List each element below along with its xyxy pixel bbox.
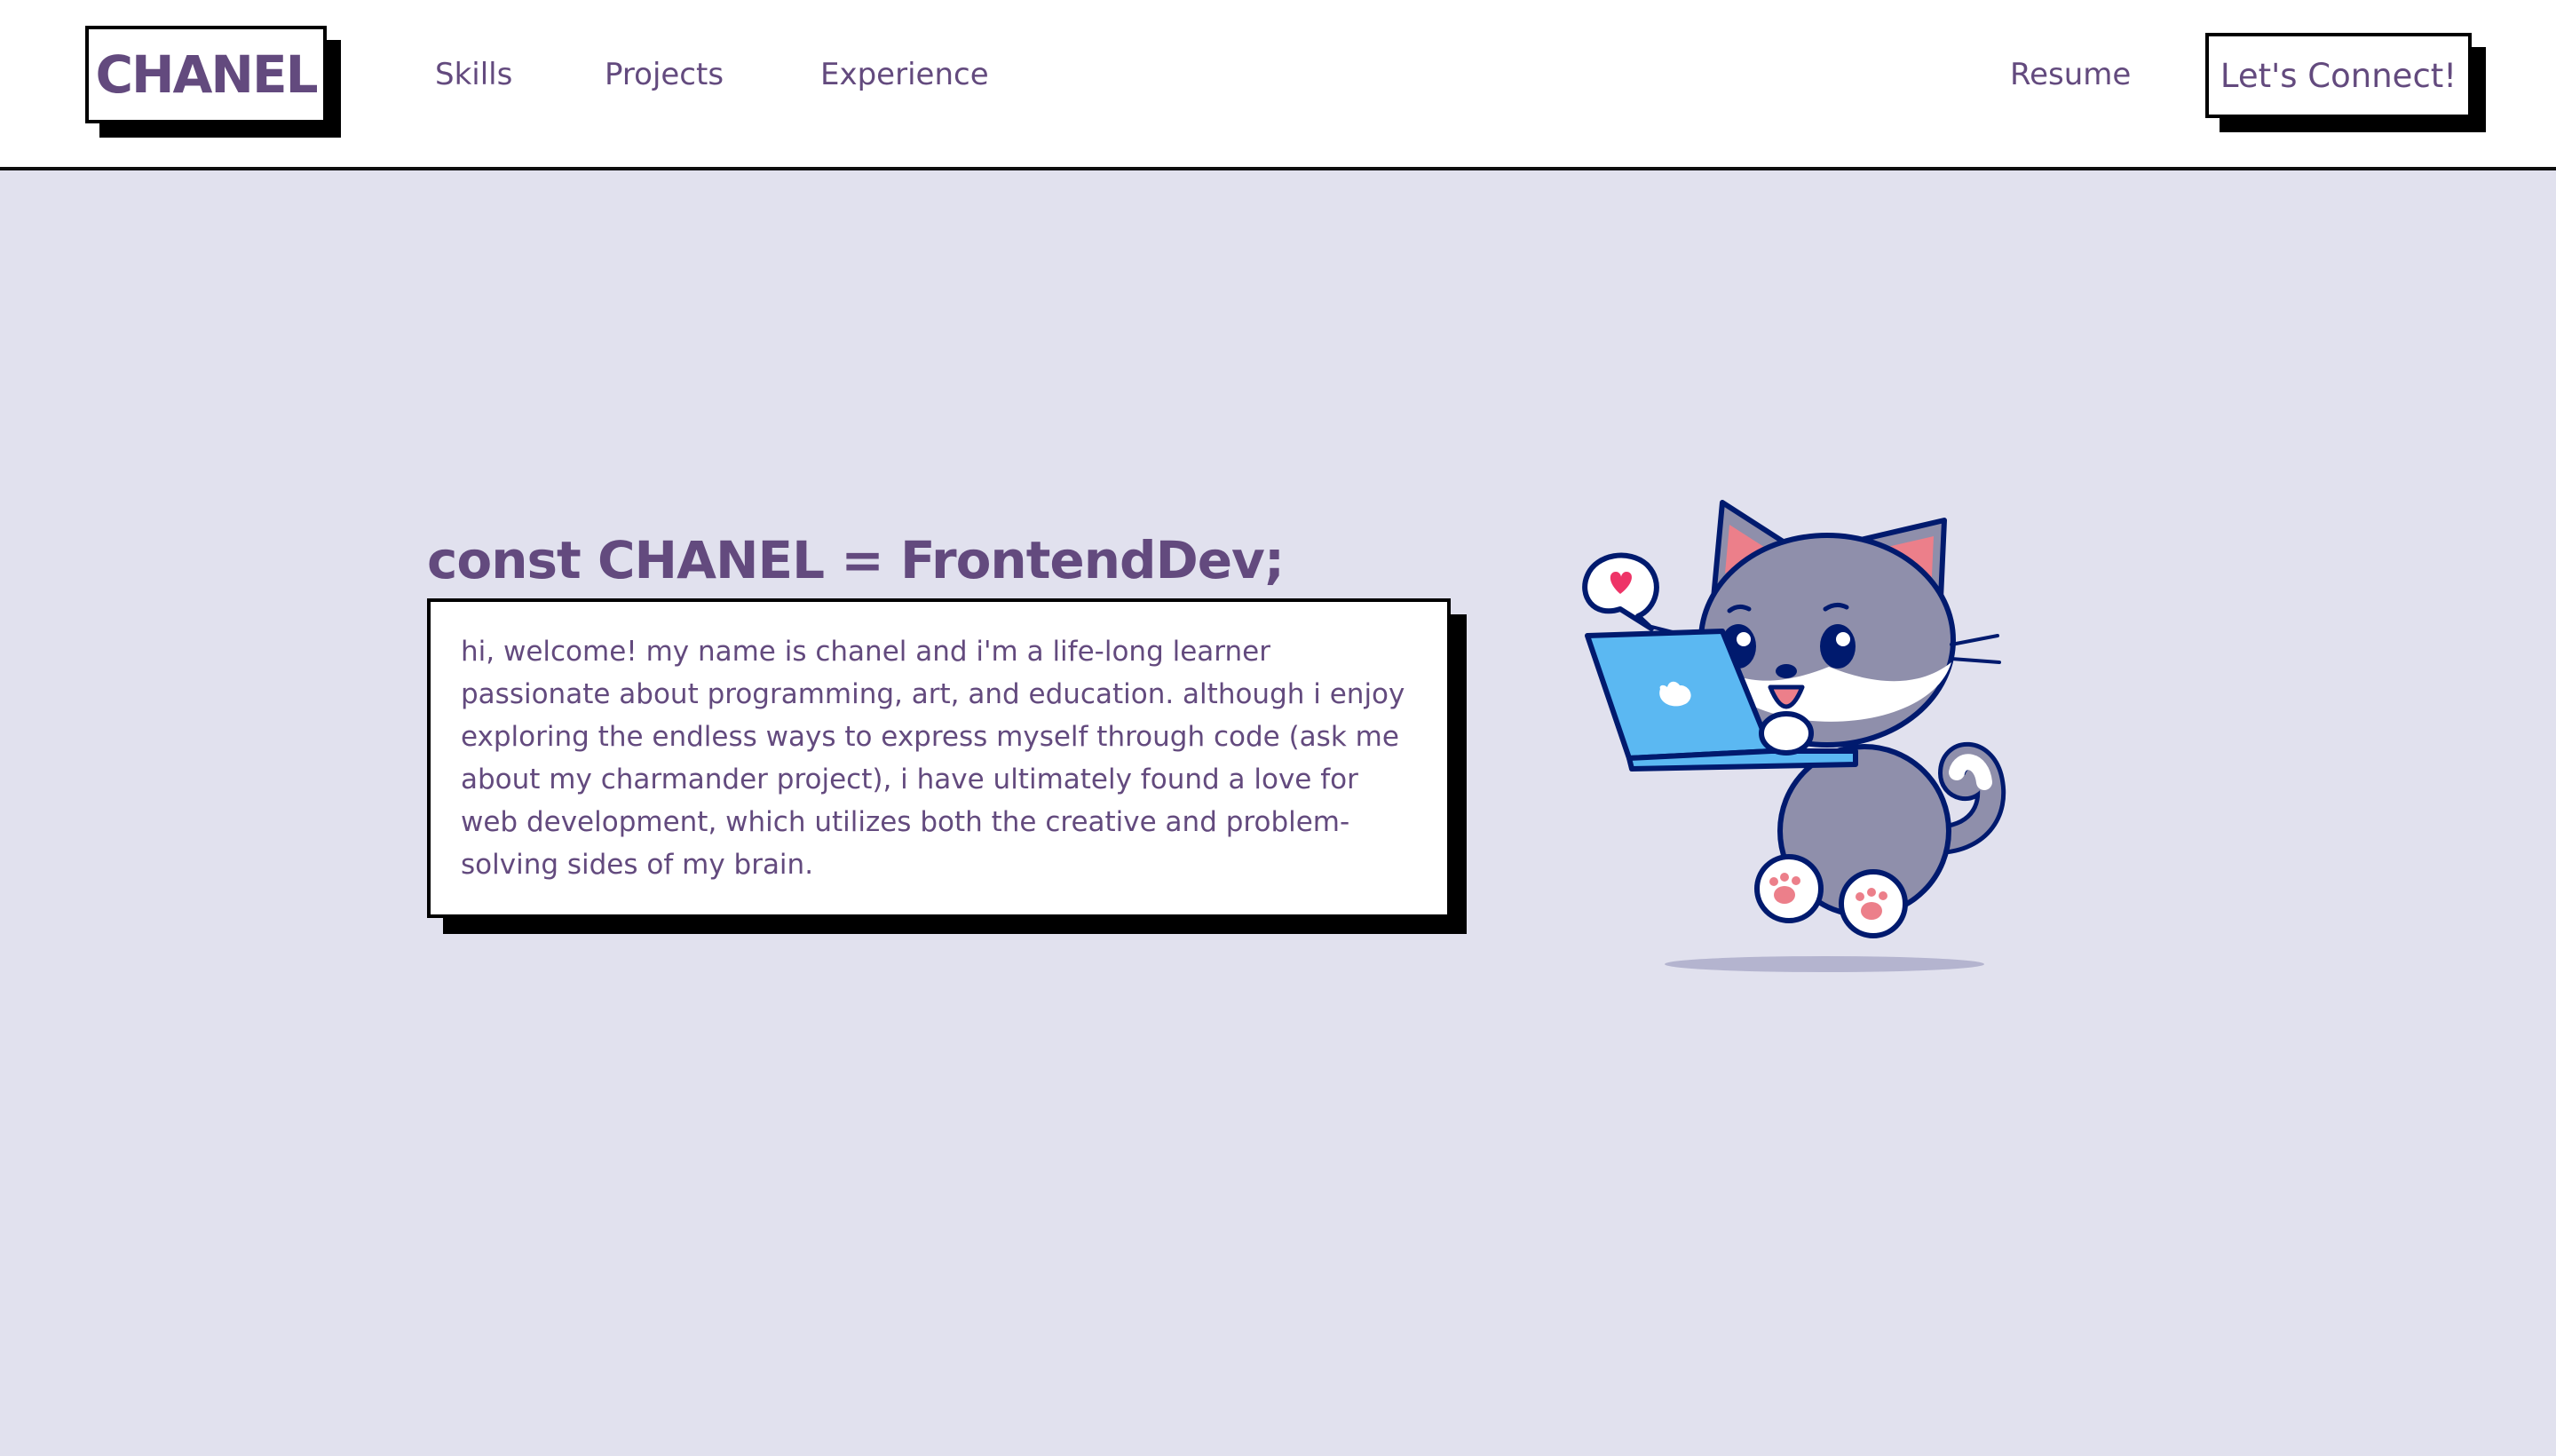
lets-connect-button[interactable]: Let's Connect! bbox=[2205, 33, 2472, 118]
nav-link-skills[interactable]: Skills bbox=[435, 57, 512, 92]
heart-speech-bubble-icon bbox=[1582, 552, 1659, 631]
cat-paw-left bbox=[1754, 854, 1824, 923]
cat-paw-right bbox=[1839, 869, 1908, 938]
nav-link-experience[interactable]: Experience bbox=[820, 57, 989, 92]
cat-hand bbox=[1759, 711, 1814, 756]
intro-card: hi, welcome! my name is chanel and i'm a… bbox=[427, 598, 1451, 918]
top-navbar: CHANEL Skills Projects Experience Resume… bbox=[0, 0, 2556, 170]
nav-link-resume[interactable]: Resume bbox=[2010, 57, 2131, 92]
logo-home-link[interactable]: CHANEL bbox=[85, 26, 327, 123]
hero-title: const CHANEL = FrontendDev; bbox=[427, 530, 1285, 590]
nav-link-projects[interactable]: Projects bbox=[605, 57, 724, 92]
intro-text: hi, welcome! my name is chanel and i'm a… bbox=[461, 636, 1405, 881]
cat-with-laptop-illustration bbox=[1582, 500, 2006, 972]
ground-shadow bbox=[1665, 956, 1984, 972]
